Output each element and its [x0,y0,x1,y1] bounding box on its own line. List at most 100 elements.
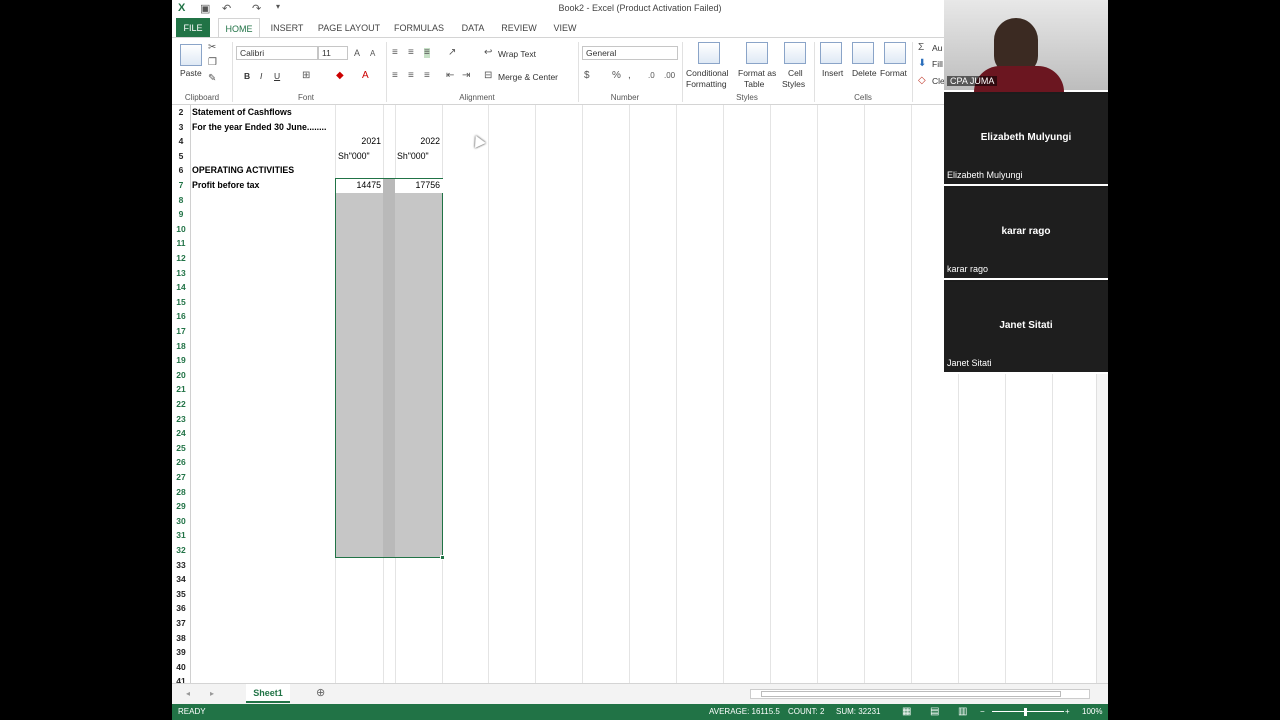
wrap-text-icon[interactable]: ↩ [484,48,492,58]
row-header[interactable]: 26 [172,455,190,470]
clear-icon[interactable]: ◇ [918,76,926,86]
row-header[interactable]: 23 [172,412,190,427]
cell-styles-button-line2[interactable]: Styles [782,79,805,89]
tab-review[interactable]: REVIEW [498,18,540,38]
fill-handle[interactable] [440,555,445,560]
zoom-level[interactable]: 100% [1082,704,1102,720]
row-header[interactable]: 14 [172,280,190,295]
number-format-select[interactable]: General [582,46,678,60]
delete-cells-icon[interactable] [852,42,874,64]
row-header[interactable]: 15 [172,295,190,310]
tab-insert[interactable]: INSERT [268,18,306,38]
tab-view[interactable]: VIEW [548,18,582,38]
row-header[interactable]: 18 [172,339,190,354]
next-sheet-icon[interactable]: ▸ [210,689,214,699]
bold-button[interactable]: B [244,71,250,81]
row-header[interactable]: 9 [172,207,190,222]
tab-page-layout[interactable]: PAGE LAYOUT [316,18,382,38]
row-header[interactable]: 4 [172,134,190,149]
middle-align-icon[interactable]: ≡ [408,48,414,58]
row-header[interactable]: 10 [172,222,190,237]
row-header[interactable]: 30 [172,514,190,529]
cell-c4[interactable]: 2022 [395,134,440,149]
conditional-formatting-button-line2[interactable]: Formatting [686,79,727,89]
zoom-out-icon[interactable]: − [980,704,985,720]
sheet-tab-sheet1[interactable]: Sheet1 [246,684,290,703]
cell-styles-button[interactable]: Cell [788,68,803,78]
tab-file[interactable]: FILE [176,18,210,38]
accounting-format-icon[interactable]: $ [584,71,590,81]
decrease-font-icon[interactable]: A [370,49,375,59]
participant-tile-video[interactable]: CPA JUMA [944,0,1108,92]
row-header[interactable]: 28 [172,485,190,500]
participant-tile[interactable]: karar rago karar rago [944,188,1108,280]
row-header[interactable]: 3 [172,120,190,135]
row-header[interactable]: 27 [172,470,190,485]
row-header[interactable]: 31 [172,528,190,543]
format-painter-icon[interactable]: ✎ [208,74,216,84]
wrap-text-button[interactable]: Wrap Text [498,49,536,59]
align-left-icon[interactable]: ≡ [392,71,398,81]
row-header[interactable]: 5 [172,149,190,164]
autosum-icon[interactable]: Σ [918,43,924,53]
decrease-decimal-icon[interactable]: .00 [664,71,675,81]
increase-decimal-icon[interactable]: .0 [648,71,655,81]
merge-center-icon[interactable]: ⊟ [484,71,492,81]
fill-button[interactable]: Fill [932,59,943,69]
cell-b5[interactable]: Sh"000" [338,149,370,164]
borders-icon[interactable]: ⊞ [302,71,310,81]
align-center-icon[interactable]: ≡ [408,71,414,81]
conditional-formatting-button[interactable]: Conditional [686,68,729,78]
paste-icon[interactable] [180,44,202,66]
insert-cells-button[interactable]: Insert [822,68,843,78]
previous-sheet-icon[interactable]: ◂ [186,689,190,699]
decrease-indent-icon[interactable]: ⇤ [446,71,454,81]
row-header[interactable]: 41 [172,674,190,683]
cell-styles-icon[interactable] [784,42,806,64]
fill-icon[interactable]: ⬇ [918,59,926,69]
new-sheet-icon[interactable]: ⊕ [316,688,325,699]
row-header[interactable]: 2 [172,105,190,120]
cell-c7[interactable]: 17756 [395,178,440,193]
row-header[interactable]: 11 [172,236,190,251]
conditional-formatting-icon[interactable] [698,42,720,64]
copy-icon[interactable]: ❐ [208,58,217,68]
row-header[interactable]: 25 [172,441,190,456]
row-header[interactable]: 24 [172,426,190,441]
cell-a3[interactable]: For the year Ended 30 June........ [192,120,326,135]
row-header[interactable]: 19 [172,353,190,368]
format-cells-button[interactable]: Format [880,68,907,78]
clear-button[interactable]: Cle [932,76,945,86]
bottom-align-icon[interactable]: ≡ [424,48,430,58]
row-header[interactable]: 12 [172,251,190,266]
page-break-view-icon[interactable]: ▥ [958,704,967,720]
participant-tile[interactable]: Janet Sitati Janet Sitati [944,282,1108,374]
zoom-slider-thumb[interactable] [1024,708,1027,716]
row-header[interactable]: 32 [172,543,190,558]
cell-b4[interactable]: 2021 [335,134,381,149]
horizontal-scrollbar[interactable] [750,689,1090,699]
increase-indent-icon[interactable]: ⇥ [462,71,470,81]
row-header[interactable]: 37 [172,616,190,631]
merge-center-button[interactable]: Merge & Center [498,72,558,82]
row-header[interactable]: 17 [172,324,190,339]
cell-c5[interactable]: Sh"000" [397,149,429,164]
row-header[interactable]: 6 [172,163,190,178]
font-size-select[interactable]: 11 [318,46,348,60]
row-header[interactable]: 36 [172,601,190,616]
increase-font-icon[interactable]: A [354,48,360,58]
row-header[interactable]: 33 [172,558,190,573]
zoom-in-icon[interactable]: + [1065,704,1070,720]
format-as-table-icon[interactable] [746,42,768,64]
row-header[interactable]: 22 [172,397,190,412]
row-header[interactable]: 16 [172,309,190,324]
comma-style-icon[interactable]: , [628,71,631,81]
row-header[interactable]: 35 [172,587,190,602]
font-name-select[interactable]: Calibri [236,46,318,60]
normal-view-icon[interactable]: ▦ [902,704,911,720]
fill-color-icon[interactable]: ◆ [336,71,344,81]
row-header[interactable]: 21 [172,382,190,397]
percent-icon[interactable]: % [612,71,621,81]
align-right-icon[interactable]: ≡ [424,71,430,81]
row-header[interactable]: 20 [172,368,190,383]
